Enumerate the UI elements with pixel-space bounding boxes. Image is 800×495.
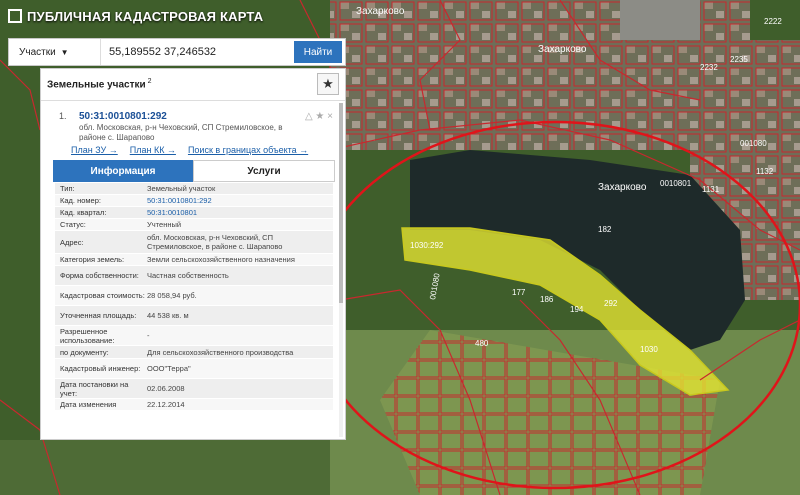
- scrollbar-thumb[interactable]: [339, 103, 343, 303]
- info-tabs: Информация Услуги: [53, 160, 335, 182]
- app-title: ПУБЛИЧНАЯ КАДАСТРОВАЯ КАРТА: [27, 8, 264, 24]
- table-row: Тип: Земельный участок: [55, 183, 333, 195]
- parcel-label: 186: [540, 295, 554, 304]
- search-button[interactable]: Найти: [294, 41, 342, 63]
- building-block: [620, 0, 700, 40]
- parcel-label: 001080: [740, 139, 767, 148]
- table-row: Кадастровый инженер: ООО"Терра": [55, 359, 333, 379]
- parcel-label: 1030:292: [410, 241, 444, 250]
- parcel-label: 194: [570, 305, 584, 314]
- layer-select[interactable]: Участки ▼: [9, 39, 101, 65]
- table-row: Дата постановки на учет: 02.06.2008: [55, 379, 333, 399]
- search-input[interactable]: [101, 39, 294, 65]
- results-panel: Земельные участки 2 ★ 1. 50:31:0010801:29…: [40, 68, 346, 440]
- table-row: Форма собственности: Частная собственност…: [55, 266, 333, 286]
- parcel-label: 2232: [700, 63, 718, 72]
- table-row: Разрешенное использование: -: [55, 326, 333, 346]
- tab-info[interactable]: Информация: [53, 160, 193, 182]
- parcel-label: 480: [475, 339, 489, 348]
- tab-services[interactable]: Услуги: [193, 160, 335, 182]
- results-count: 2: [147, 78, 152, 86]
- parcel-label: 0010801: [660, 179, 692, 188]
- panel-header: Земельные участки 2: [41, 69, 345, 101]
- parcel-label: 2235: [730, 55, 748, 64]
- parcel-label: 1132: [756, 167, 774, 176]
- table-row: Дата изменения 22.12.2014: [55, 399, 333, 411]
- table-row: Статус: Учтенный: [55, 219, 333, 231]
- table-row: Уточненная площадь: 44 538 кв. м: [55, 306, 333, 326]
- chevron-down-icon: ▼: [60, 47, 69, 57]
- table-row: Кад. номер: 50:31:0010801:292: [55, 195, 333, 207]
- table-row: Кадастровая стоимость: 28 058,94 руб.: [55, 286, 333, 306]
- info-table: Тип: Земельный участок Кад. номер: 50:31:0…: [55, 183, 333, 411]
- terrain-south: [0, 440, 330, 495]
- parcel-label: 2222: [764, 17, 782, 26]
- place-label: Захарково: [598, 182, 647, 193]
- app-header: ПУБЛИЧНАЯ КАДАСТРОВАЯ КАРТА: [0, 0, 300, 32]
- table-row: Кад. квартал: 50:31:0010801: [55, 207, 333, 219]
- favorite-star-icon[interactable]: ★: [317, 73, 339, 95]
- plan-kk-link[interactable]: План КК →: [130, 145, 176, 155]
- plan-zu-link[interactable]: План ЗУ →: [71, 145, 118, 155]
- parcel-label: 177: [512, 288, 526, 297]
- parcel-label: 1131: [702, 185, 720, 194]
- panel-title: Земельные участки 2: [47, 78, 152, 91]
- result-actions-icon[interactable]: △ ★ ×: [305, 111, 333, 122]
- panel-scrollbar[interactable]: [339, 103, 343, 437]
- parcel-label: 1030: [640, 345, 658, 354]
- parcel-label: 292: [604, 299, 618, 308]
- place-label: Захарково: [356, 6, 405, 17]
- result-address: обл. Московская, р-н Чеховский, СП Стрем…: [79, 123, 283, 142]
- place-label: Захарково: [538, 44, 587, 55]
- cadastral-logo-icon: [8, 9, 22, 23]
- table-row: по документу: Для сельскохозяйственного п…: [55, 346, 333, 359]
- table-row: Категория земель: Земли сельскохозяйствен…: [55, 254, 333, 266]
- result-links: План ЗУ → План КК → Поиск в границах объ…: [71, 145, 308, 155]
- search-in-bounds-link[interactable]: Поиск в границах объекта →: [188, 145, 308, 155]
- table-row: Адрес: обл. Московская, р-н Чеховский, СП…: [55, 231, 333, 254]
- layer-select-label: Участки: [19, 46, 56, 58]
- parcel-label: 182: [598, 225, 612, 234]
- result-index: 1.: [59, 111, 67, 121]
- cadastral-number-link[interactable]: 50:31:0010801:292: [79, 111, 167, 122]
- search-bar: Участки ▼ Найти: [8, 38, 346, 66]
